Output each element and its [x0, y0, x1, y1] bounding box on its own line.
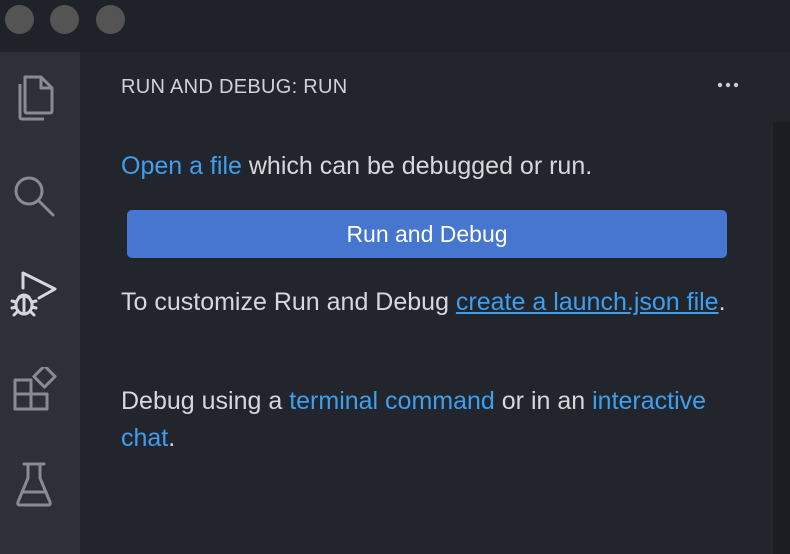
search-icon	[14, 176, 55, 217]
testing-icon	[16, 462, 52, 507]
debug-using-text: Debug using a	[121, 387, 290, 415]
search-button[interactable]	[6, 168, 62, 224]
sidebar-title: RUN AND DEBUG: RUN	[121, 76, 348, 98]
customize-message: To customize Run and Debug create a laun…	[121, 284, 741, 321]
open-file-link[interactable]: Open a file	[121, 152, 242, 180]
title-bar	[0, 0, 790, 52]
run-debug-button[interactable]	[6, 266, 62, 322]
ellipsis-icon	[717, 82, 739, 88]
debug-using-message: Debug using a terminal command or in an …	[121, 383, 741, 457]
run-debug-sidebar: RUN AND DEBUG: RUN Open a file which can…	[81, 52, 790, 554]
extensions-button[interactable]	[6, 362, 62, 418]
files-icon	[18, 75, 54, 121]
create-launch-json-link[interactable]: create a launch.json file	[456, 288, 719, 316]
testing-button[interactable]	[6, 456, 62, 512]
terminal-command-link[interactable]: terminal command	[289, 387, 495, 415]
debug-using-suffix: .	[168, 424, 176, 452]
explorer-button[interactable]	[6, 70, 62, 126]
open-file-text: which can be debugged or run.	[241, 152, 593, 180]
minimize-window-button[interactable]	[50, 5, 79, 34]
run-debug-icon	[10, 271, 57, 317]
run-and-debug-button[interactable]: Run and Debug	[127, 210, 727, 258]
extensions-icon	[13, 367, 57, 411]
customize-text: To customize Run and Debug	[121, 288, 456, 316]
open-file-message: Open a file which can be debugged or run…	[121, 152, 592, 181]
customize-suffix: .	[718, 288, 726, 316]
scrollbar-track[interactable]	[773, 122, 790, 554]
close-window-button[interactable]	[5, 5, 34, 34]
debug-using-middle: or in an	[494, 387, 593, 415]
more-actions-button[interactable]	[713, 70, 743, 100]
activity-bar	[0, 52, 80, 554]
maximize-window-button[interactable]	[96, 5, 125, 34]
